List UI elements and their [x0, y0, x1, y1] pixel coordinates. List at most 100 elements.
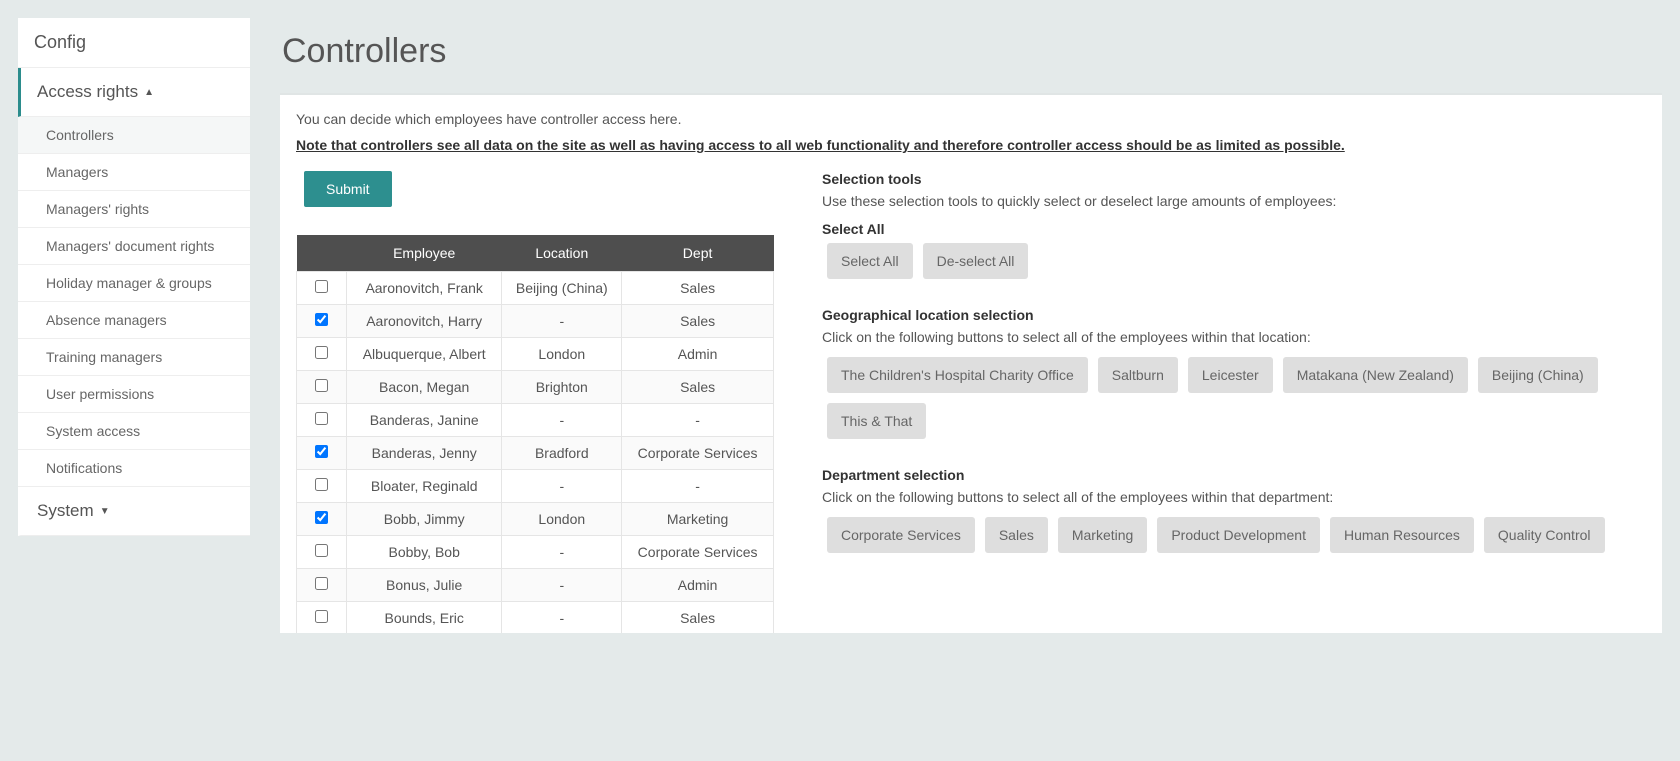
sidebar: Config Access rights ▲ ControllersManage…	[18, 18, 250, 536]
sidebar-item[interactable]: Training managers	[18, 339, 250, 376]
cell-employee: Bacon, Megan	[347, 371, 502, 404]
location-filter-button[interactable]: This & That	[827, 403, 926, 439]
cell-location: -	[502, 536, 622, 569]
sidebar-category-system[interactable]: System ▼	[18, 487, 250, 536]
sidebar-category-label: Access rights	[37, 82, 138, 102]
table-row: Aaronovitch, FrankBeijing (China)Sales	[297, 272, 774, 305]
sidebar-item[interactable]: Managers' document rights	[18, 228, 250, 265]
geo-selection-text: Click on the following buttons to select…	[822, 329, 1646, 345]
cell-employee: Aaronovitch, Harry	[347, 305, 502, 338]
cell-location: London	[502, 503, 622, 536]
sidebar-header: Config	[18, 18, 250, 68]
cell-dept: Admin	[622, 569, 774, 602]
page-title: Controllers	[282, 32, 1662, 71]
sidebar-category-label: System	[37, 501, 94, 521]
cell-employee: Bounds, Eric	[347, 602, 502, 634]
chevron-up-icon: ▲	[144, 87, 154, 98]
cell-employee: Aaronovitch, Frank	[347, 272, 502, 305]
location-filter-button[interactable]: Leicester	[1188, 357, 1273, 393]
row-checkbox[interactable]	[315, 445, 328, 458]
department-filter-button[interactable]: Corporate Services	[827, 517, 975, 553]
cell-dept: Sales	[622, 272, 774, 305]
intro-text: You can decide which employees have cont…	[296, 111, 1646, 127]
table-row: Bounds, Eric-Sales	[297, 602, 774, 634]
row-checkbox[interactable]	[315, 511, 328, 524]
row-checkbox[interactable]	[315, 346, 328, 359]
cell-dept: Corporate Services	[622, 437, 774, 470]
sidebar-category-access-rights[interactable]: Access rights ▲	[18, 68, 250, 117]
row-checkbox[interactable]	[315, 478, 328, 491]
submit-button[interactable]: Submit	[304, 171, 392, 207]
department-filter-button[interactable]: Human Resources	[1330, 517, 1474, 553]
cell-employee: Bloater, Reginald	[347, 470, 502, 503]
location-filter-button[interactable]: The Children's Hospital Charity Office	[827, 357, 1088, 393]
cell-location: -	[502, 404, 622, 437]
cell-employee: Bonus, Julie	[347, 569, 502, 602]
chevron-down-icon: ▼	[100, 506, 110, 517]
cell-location: London	[502, 338, 622, 371]
location-filter-button[interactable]: Beijing (China)	[1478, 357, 1598, 393]
sidebar-item[interactable]: Controllers	[18, 117, 250, 154]
row-checkbox[interactable]	[315, 577, 328, 590]
table-row: Bacon, MeganBrightonSales	[297, 371, 774, 404]
selection-tools-title: Selection tools	[822, 171, 1646, 187]
selection-tools-text: Use these selection tools to quickly sel…	[822, 193, 1646, 209]
col-header-dept: Dept	[622, 235, 774, 272]
table-row: Bloater, Reginald--	[297, 470, 774, 503]
employees-table: Employee Location Dept Aaronovitch, Fran…	[296, 235, 774, 633]
table-row: Bonus, Julie-Admin	[297, 569, 774, 602]
row-checkbox[interactable]	[315, 544, 328, 557]
department-filter-button[interactable]: Quality Control	[1484, 517, 1605, 553]
cell-employee: Bobb, Jimmy	[347, 503, 502, 536]
dept-selection-text: Click on the following buttons to select…	[822, 489, 1646, 505]
cell-location: -	[502, 569, 622, 602]
row-checkbox[interactable]	[315, 610, 328, 623]
sidebar-item[interactable]: Notifications	[18, 450, 250, 487]
table-row: Bobby, Bob-Corporate Services	[297, 536, 774, 569]
cell-employee: Banderas, Janine	[347, 404, 502, 437]
cell-dept: Marketing	[622, 503, 774, 536]
sidebar-item[interactable]: User permissions	[18, 376, 250, 413]
cell-location: Brighton	[502, 371, 622, 404]
table-row: Banderas, Janine--	[297, 404, 774, 437]
cell-dept: Admin	[622, 338, 774, 371]
department-filter-button[interactable]: Product Development	[1157, 517, 1320, 553]
row-checkbox[interactable]	[315, 379, 328, 392]
sidebar-item[interactable]: Absence managers	[18, 302, 250, 339]
col-header-location: Location	[502, 235, 622, 272]
cell-dept: -	[622, 404, 774, 437]
deselect-all-button[interactable]: De-select All	[923, 243, 1029, 279]
cell-employee: Bobby, Bob	[347, 536, 502, 569]
location-filter-button[interactable]: Saltburn	[1098, 357, 1178, 393]
sidebar-item[interactable]: Managers' rights	[18, 191, 250, 228]
geo-selection-title: Geographical location selection	[822, 307, 1646, 323]
table-row: Bobb, JimmyLondonMarketing	[297, 503, 774, 536]
table-row: Albuquerque, AlbertLondonAdmin	[297, 338, 774, 371]
sidebar-item[interactable]: Holiday manager & groups	[18, 265, 250, 302]
cell-location: Bradford	[502, 437, 622, 470]
select-all-button[interactable]: Select All	[827, 243, 913, 279]
cell-dept: -	[622, 470, 774, 503]
cell-location: Beijing (China)	[502, 272, 622, 305]
cell-location: -	[502, 470, 622, 503]
col-header-checkbox	[297, 235, 347, 272]
table-row: Banderas, JennyBradfordCorporate Service…	[297, 437, 774, 470]
row-checkbox[interactable]	[315, 280, 328, 293]
row-checkbox[interactable]	[315, 313, 328, 326]
cell-dept: Sales	[622, 602, 774, 634]
department-filter-button[interactable]: Sales	[985, 517, 1048, 553]
table-row: Aaronovitch, Harry-Sales	[297, 305, 774, 338]
sidebar-item[interactable]: System access	[18, 413, 250, 450]
row-checkbox[interactable]	[315, 412, 328, 425]
content-panel[interactable]: You can decide which employees have cont…	[280, 93, 1662, 633]
location-filter-button[interactable]: Matakana (New Zealand)	[1283, 357, 1468, 393]
note-text: Note that controllers see all data on th…	[296, 137, 1646, 153]
cell-location: -	[502, 602, 622, 634]
cell-location: -	[502, 305, 622, 338]
cell-dept: Sales	[622, 371, 774, 404]
select-all-label: Select All	[822, 221, 1646, 237]
sidebar-item[interactable]: Managers	[18, 154, 250, 191]
dept-selection-title: Department selection	[822, 467, 1646, 483]
cell-dept: Sales	[622, 305, 774, 338]
department-filter-button[interactable]: Marketing	[1058, 517, 1147, 553]
